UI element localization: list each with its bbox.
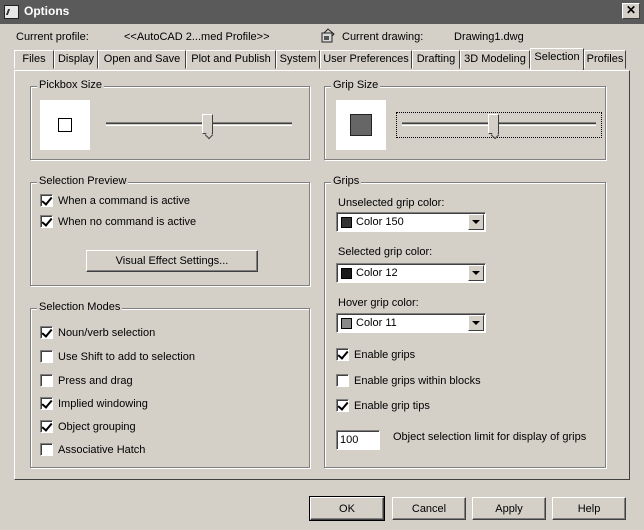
tab-open-and-save[interactable]: Open and Save: [98, 50, 186, 69]
tab-files[interactable]: Files: [14, 50, 54, 69]
current-drawing-label: Current drawing:: [342, 31, 424, 43]
selected-grip-color-label: Selected grip color:: [338, 246, 433, 258]
grips-legend: Grips: [331, 175, 362, 187]
unselected-color-swatch: [341, 217, 352, 228]
press-and-drag-label: Press and drag: [58, 375, 133, 387]
selected-grip-color-select[interactable]: Color 12: [336, 263, 486, 283]
grip-square-icon: [350, 114, 372, 136]
tab-profiles[interactable]: Profiles: [584, 50, 626, 69]
ok-button[interactable]: OK: [309, 496, 385, 521]
tab-3d-modeling[interactable]: 3D Modeling: [460, 50, 530, 69]
current-drawing-value: Drawing1.dwg: [454, 31, 524, 43]
hover-grip-color-select[interactable]: Color 11: [336, 313, 486, 333]
when-command-active-checkbox[interactable]: [40, 194, 53, 207]
tab-system[interactable]: System: [276, 50, 320, 69]
current-profile-value: <<AutoCAD 2...med Profile>>: [124, 31, 270, 43]
tab-selection[interactable]: Selection: [530, 48, 584, 70]
hover-grip-color-label: Hover grip color:: [338, 297, 419, 309]
selection-preview-legend: Selection Preview: [37, 175, 129, 187]
enable-grips-within-blocks-label: Enable grips within blocks: [354, 375, 481, 387]
associative-hatch-checkbox[interactable]: [40, 443, 53, 456]
grip-slider-thumb[interactable]: [488, 114, 499, 134]
grip-limit-input[interactable]: 100: [336, 430, 380, 450]
help-button[interactable]: Help: [552, 497, 626, 520]
associative-hatch-label: Associative Hatch: [58, 444, 146, 456]
current-profile-label: Current profile:: [16, 31, 89, 43]
selected-grip-color-value: Color 12: [356, 267, 398, 279]
enable-grips-within-blocks-checkbox[interactable]: [336, 374, 349, 387]
implied-windowing-checkbox[interactable]: [40, 397, 53, 410]
unselected-grip-color-select[interactable]: Color 150: [336, 212, 486, 232]
pickbox-preview: [40, 100, 90, 150]
when-no-command-active-label: When no command is active: [58, 216, 197, 228]
chevron-down-icon[interactable]: [468, 265, 484, 281]
hover-grip-color-value: Color 11: [356, 317, 397, 329]
grip-size-legend: Grip Size: [331, 79, 381, 91]
enable-grips-checkbox[interactable]: [336, 348, 349, 361]
pickbox-slider-track[interactable]: [106, 122, 292, 126]
title-bar: Options ✕: [0, 0, 644, 24]
tab-plot-and-publish[interactable]: Plot and Publish: [186, 50, 276, 69]
when-command-active-label: When a command is active: [58, 195, 191, 207]
selection-modes-legend: Selection Modes: [37, 301, 123, 313]
selected-color-swatch: [341, 268, 352, 279]
close-icon[interactable]: ✕: [622, 3, 640, 19]
object-grouping-checkbox[interactable]: [40, 420, 53, 433]
grip-limit-label: Object selection limit for display of gr…: [393, 431, 587, 443]
unselected-grip-color-label: Unselected grip color:: [338, 197, 445, 209]
enable-grip-tips-label: Enable grip tips: [354, 400, 430, 412]
hover-color-swatch: [341, 318, 352, 329]
enable-grips-label: Enable grips: [354, 349, 416, 361]
grip-slider-track[interactable]: [402, 122, 596, 126]
visual-effect-settings-button[interactable]: Visual Effect Settings...: [86, 250, 258, 272]
use-shift-label: Use Shift to add to selection: [58, 351, 195, 363]
unselected-grip-color-value: Color 150: [356, 216, 404, 228]
pickbox-size-legend: Pickbox Size: [37, 79, 104, 91]
window-title: Options: [24, 4, 70, 18]
tab-user-preferences[interactable]: User Preferences: [320, 50, 412, 69]
implied-windowing-label: Implied windowing: [58, 398, 148, 410]
autocad-app-icon: [4, 5, 19, 19]
tab-display[interactable]: Display: [54, 50, 98, 69]
drawing-icon: [320, 28, 336, 44]
chevron-down-icon[interactable]: [468, 315, 484, 331]
pickbox-square-icon: [58, 118, 72, 132]
noun-verb-selection-label: Noun/verb selection: [58, 327, 156, 339]
cancel-button[interactable]: Cancel: [392, 497, 466, 520]
when-no-command-active-checkbox[interactable]: [40, 215, 53, 228]
object-grouping-label: Object grouping: [58, 421, 136, 433]
noun-verb-selection-checkbox[interactable]: [40, 326, 53, 339]
enable-grip-tips-checkbox[interactable]: [336, 399, 349, 412]
pickbox-slider-thumb[interactable]: [202, 114, 214, 134]
chevron-down-icon[interactable]: [468, 214, 484, 230]
tab-drafting[interactable]: Drafting: [412, 50, 460, 69]
apply-button[interactable]: Apply: [472, 497, 546, 520]
use-shift-checkbox[interactable]: [40, 350, 53, 363]
grip-size-preview: [336, 100, 386, 150]
press-and-drag-checkbox[interactable]: [40, 374, 53, 387]
